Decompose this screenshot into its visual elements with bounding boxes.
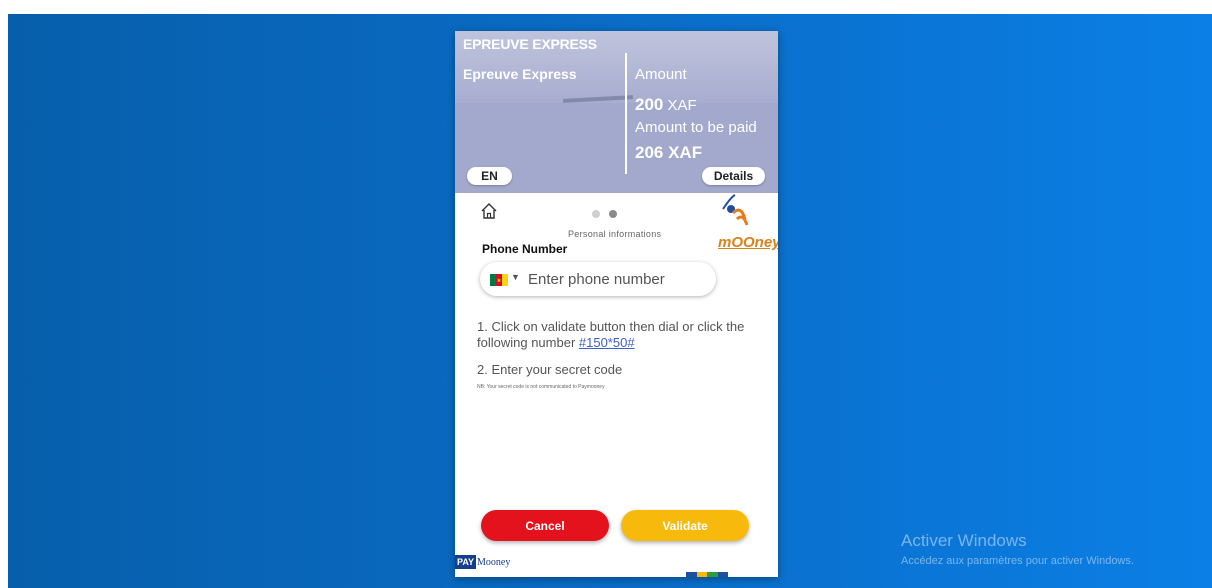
amount-value-line: 200 XAF xyxy=(635,95,697,115)
paymooney-logo: PAY Mooney xyxy=(455,554,510,570)
step-indicator-2 xyxy=(609,210,617,218)
home-icon[interactable] xyxy=(480,202,498,220)
merchant-title: EPREUVE EXPRESS xyxy=(463,36,597,52)
payment-header: EPREUVE EXPRESS Epreuve Express Amount 2… xyxy=(455,31,778,193)
country-dropdown-icon[interactable]: ▼ xyxy=(511,272,520,282)
payment-card: EPREUVE EXPRESS Epreuve Express Amount 2… xyxy=(455,31,778,577)
amount-currency: XAF xyxy=(667,97,697,114)
decorative-color-strip xyxy=(686,572,728,577)
phone-number-input[interactable] xyxy=(528,268,708,290)
language-selector-button[interactable]: EN xyxy=(467,167,512,185)
header-divider xyxy=(625,53,627,174)
phone-number-field: ▼ xyxy=(480,262,716,296)
details-button[interactable]: Details xyxy=(702,167,765,185)
amount-label: Amount xyxy=(635,66,687,83)
instruction-step-2: 2. Enter your secret code xyxy=(477,362,623,377)
amount-to-pay-label: Amount to be paid xyxy=(635,119,757,136)
instruction-step-1: 1. Click on validate button then dial or… xyxy=(477,319,767,351)
windows-activation-subtitle: Accédez aux paramètres pour activer Wind… xyxy=(901,555,1134,567)
paymooney-text: Mooney xyxy=(477,556,511,568)
mooney-logo-text: mOOney xyxy=(718,234,778,251)
merchant-name: Epreuve Express xyxy=(463,66,577,82)
step-label: Personal informations xyxy=(568,229,662,239)
cameroon-flag-icon[interactable] xyxy=(490,274,508,286)
amount-value: 200 xyxy=(635,95,664,114)
ussd-code-link[interactable]: #150*50# xyxy=(579,335,635,350)
windows-activation-title: Activer Windows xyxy=(901,531,1027,550)
step-indicator-1 xyxy=(592,210,600,218)
phone-number-label: Phone Number xyxy=(482,242,568,256)
paymooney-badge: PAY xyxy=(455,555,477,569)
validate-button[interactable]: Validate xyxy=(621,510,749,541)
cancel-button[interactable]: Cancel xyxy=(481,510,609,541)
security-note: NB: Your secret code is not communicated… xyxy=(477,384,605,390)
mooney-logo-icon xyxy=(722,194,749,226)
amount-to-pay-value: 206 XAF xyxy=(635,143,703,162)
